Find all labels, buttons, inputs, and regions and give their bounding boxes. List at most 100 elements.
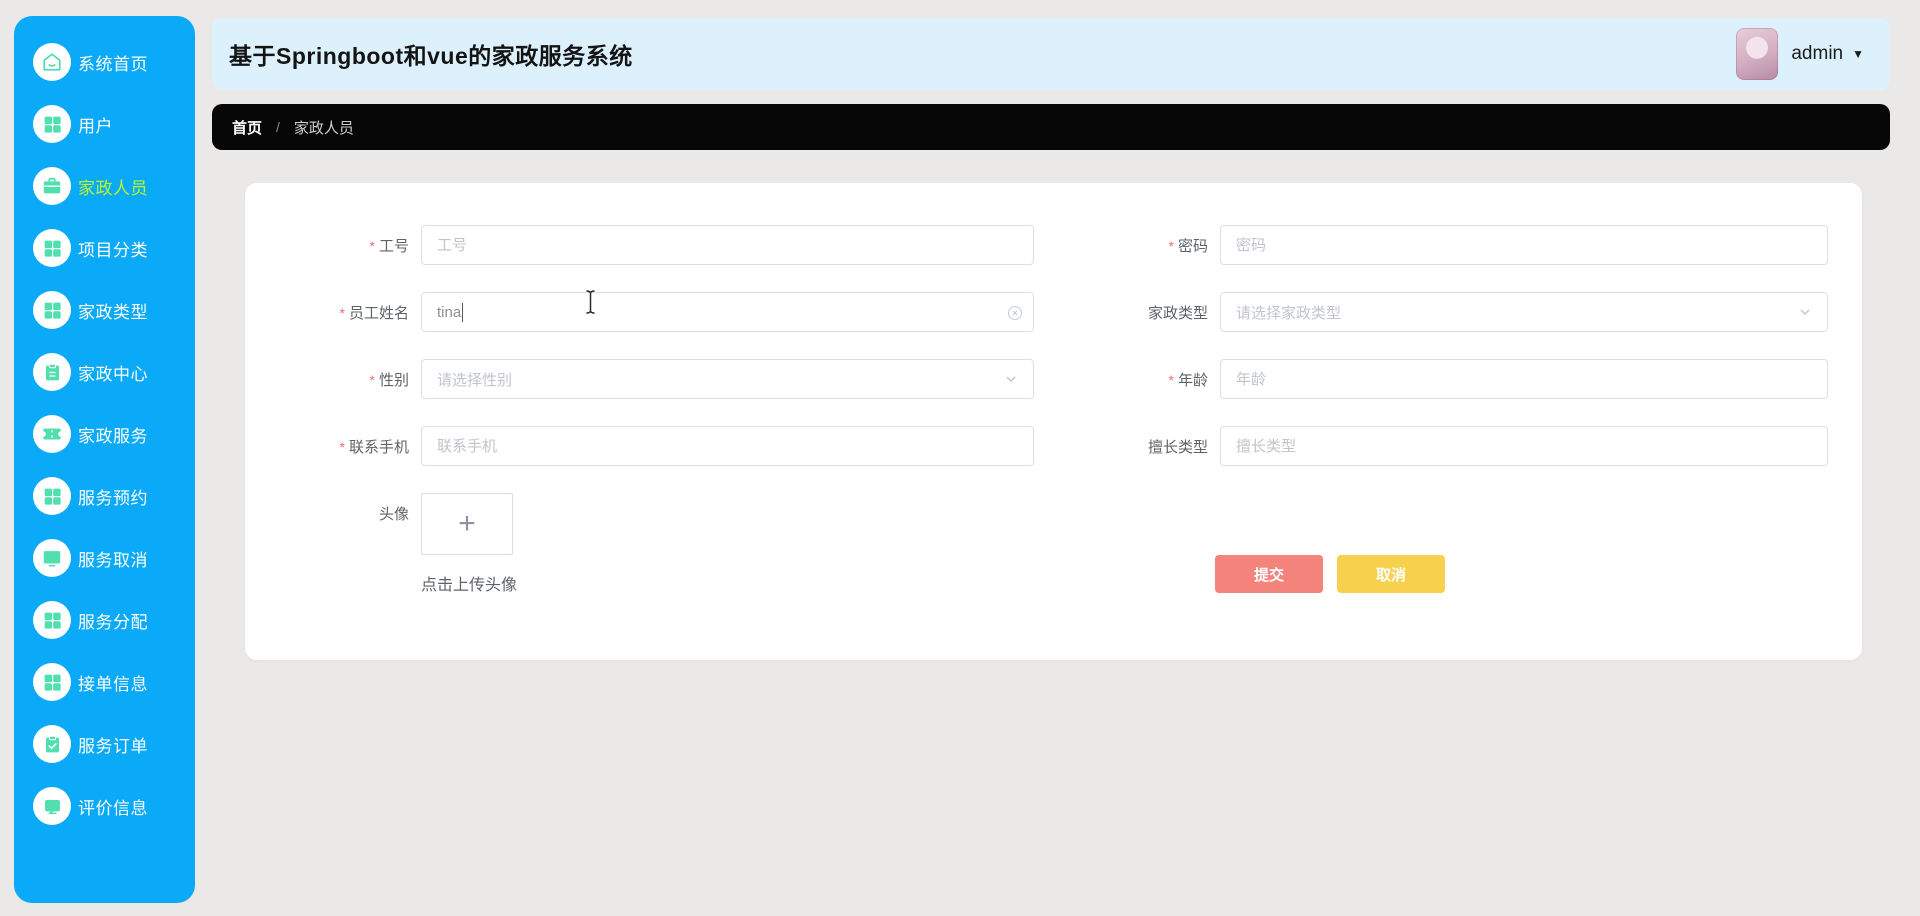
sidebar: 系统首页 用户 家政人员 项目分类 家政类型 家政中心 家政服务 服务预约 服务… — [14, 16, 195, 903]
gender-select[interactable]: 请选择性别 — [421, 359, 1034, 399]
phone-input[interactable] — [421, 426, 1034, 466]
form-row: *联系手机 擅长类型 — [245, 426, 1862, 466]
sidebar-item-label: 服务订单 — [78, 736, 148, 756]
employee-name-value: tina — [437, 303, 462, 321]
clear-icon[interactable] — [1007, 305, 1023, 321]
form-item-age: * 年龄 — [1053, 359, 1861, 399]
avatar-upload-box[interactable]: + — [421, 493, 513, 555]
employee-name-label: * 员工姓名 — [339, 304, 409, 322]
grid-icon — [33, 229, 71, 267]
user-avatar[interactable] — [1736, 28, 1779, 80]
required-asterisk: * — [369, 237, 375, 254]
sidebar-item-grid[interactable]: 接单信息 — [14, 651, 195, 713]
briefcase-icon — [33, 167, 71, 205]
main-area: 基于Springboot和vue的家政服务系统 admin ▼ 首页 / 家政人… — [212, 0, 1890, 660]
form-item-gender: * 性别 请选择性别 — [245, 359, 1053, 399]
housekeeping-type-label: 家政类型 — [1147, 304, 1208, 322]
sidebar-item-label: 项目分类 — [78, 240, 148, 260]
required-asterisk: * — [369, 371, 375, 388]
sidebar-item-label: 家政人员 — [78, 178, 148, 198]
breadcrumb-home-link[interactable]: 首页 — [232, 117, 262, 138]
sidebar-item-grid[interactable]: 家政类型 — [14, 279, 195, 341]
form-row-avatar: 头像 + 点击上传头像 — [245, 493, 1862, 595]
ticket-icon — [33, 415, 71, 453]
form-item-employee-name: * 员工姓名 tina — [245, 292, 1053, 332]
text-caret — [462, 302, 464, 322]
form-actions: 提交 取消 — [1215, 555, 1445, 593]
header: 基于Springboot和vue的家政服务系统 admin ▼ — [212, 18, 1890, 90]
sidebar-item-home[interactable]: 系统首页 — [14, 31, 195, 93]
sidebar-item-label: 用户 — [78, 116, 113, 136]
clipboard-icon — [33, 353, 71, 391]
sidebar-item-clipboard[interactable]: 家政中心 — [14, 341, 195, 403]
cancel-button[interactable]: 取消 — [1337, 555, 1445, 593]
breadcrumb-separator: / — [276, 119, 280, 135]
form-row: * 性别 请选择性别 * 年龄 — [245, 359, 1862, 399]
form-item-specialty: 擅长类型 — [1053, 426, 1861, 466]
specialty-label: 擅长类型 — [1147, 438, 1208, 456]
sidebar-item-label: 服务预约 — [78, 488, 148, 508]
specialty-input[interactable] — [1220, 426, 1828, 466]
form-card: *工号 *密码 *员工姓名 tina — [245, 183, 1862, 660]
sidebar-item-label: 家政中心 — [78, 364, 148, 384]
grid-icon — [33, 105, 71, 143]
chevron-down-icon: ▼ — [1852, 47, 1864, 61]
form-item-work-id: * 工号 — [245, 225, 1053, 265]
sidebar-item-label: 接单信息 — [78, 674, 148, 694]
required-asterisk: * — [1168, 371, 1174, 388]
required-asterisk: * — [339, 304, 345, 321]
user-menu[interactable]: admin ▼ — [1736, 28, 1864, 80]
sidebar-item-monitor[interactable]: 服务取消 — [14, 527, 195, 589]
avatar-label: 头像 — [378, 506, 409, 523]
chevron-down-icon — [1004, 372, 1018, 386]
monitor-icon — [33, 539, 71, 577]
employee-name-input[interactable]: tina — [421, 292, 1034, 332]
sidebar-item-message[interactable]: 评价信息 — [14, 775, 195, 837]
grid-icon — [33, 663, 71, 701]
username-label: admin — [1791, 43, 1844, 64]
sidebar-item-label: 系统首页 — [78, 54, 148, 74]
submit-button[interactable]: 提交 — [1215, 555, 1323, 593]
sidebar-item-briefcase[interactable]: 家政人员 — [14, 155, 195, 217]
form-row: *工号 *密码 — [245, 225, 1862, 265]
sidebar-item-grid[interactable]: 用户 — [14, 93, 195, 155]
home-icon — [33, 43, 71, 81]
grid-icon — [33, 477, 71, 515]
sidebar-item-label: 家政服务 — [78, 426, 148, 446]
plus-icon: + — [458, 507, 476, 540]
form-item-password: * 密码 — [1053, 225, 1861, 265]
form-row: * 员工姓名 tina 家政类型 请选择家政类型 — [245, 292, 1862, 332]
grid-icon — [33, 601, 71, 639]
chevron-down-icon — [1798, 305, 1812, 319]
avatar-upload-hint: 点击上传头像 — [421, 577, 518, 594]
breadcrumb-current: 家政人员 — [293, 119, 354, 137]
sidebar-item-grid[interactable]: 服务预约 — [14, 465, 195, 527]
sidebar-item-label: 家政类型 — [78, 302, 148, 322]
sidebar-item-ticket[interactable]: 家政服务 — [14, 403, 195, 465]
sidebar-item-grid[interactable]: 项目分类 — [14, 217, 195, 279]
page-title: 基于Springboot和vue的家政服务系统 — [229, 43, 633, 69]
form-item-phone: * 联系手机 — [245, 426, 1053, 466]
clipboard-check-icon — [33, 725, 71, 763]
required-asterisk: * — [339, 438, 345, 455]
breadcrumb: 首页 / 家政人员 — [212, 104, 1890, 150]
sidebar-item-label: 服务分配 — [78, 612, 148, 632]
form-item-housekeeping-type: 家政类型 请选择家政类型 — [1053, 292, 1861, 332]
sidebar-item-grid[interactable]: 服务分配 — [14, 589, 195, 651]
sidebar-item-clipboard-check[interactable]: 服务订单 — [14, 713, 195, 775]
work-id-input[interactable] — [421, 225, 1034, 265]
form-item-avatar: 头像 + 点击上传头像 — [245, 493, 1053, 595]
phone-label: * 联系手机 — [339, 438, 409, 456]
gender-label: * 性别 — [369, 371, 409, 389]
sidebar-item-label: 服务取消 — [78, 550, 148, 570]
required-asterisk: * — [1168, 237, 1174, 254]
password-label: * 密码 — [1168, 237, 1208, 255]
work-id-label: * 工号 — [369, 237, 409, 255]
message-icon — [33, 787, 71, 825]
grid-icon — [33, 291, 71, 329]
housekeeping-type-select[interactable]: 请选择家政类型 — [1220, 292, 1828, 332]
age-label: * 年龄 — [1168, 371, 1208, 389]
sidebar-item-label: 评价信息 — [78, 798, 148, 818]
password-input[interactable] — [1220, 225, 1828, 265]
age-input[interactable] — [1220, 359, 1828, 399]
